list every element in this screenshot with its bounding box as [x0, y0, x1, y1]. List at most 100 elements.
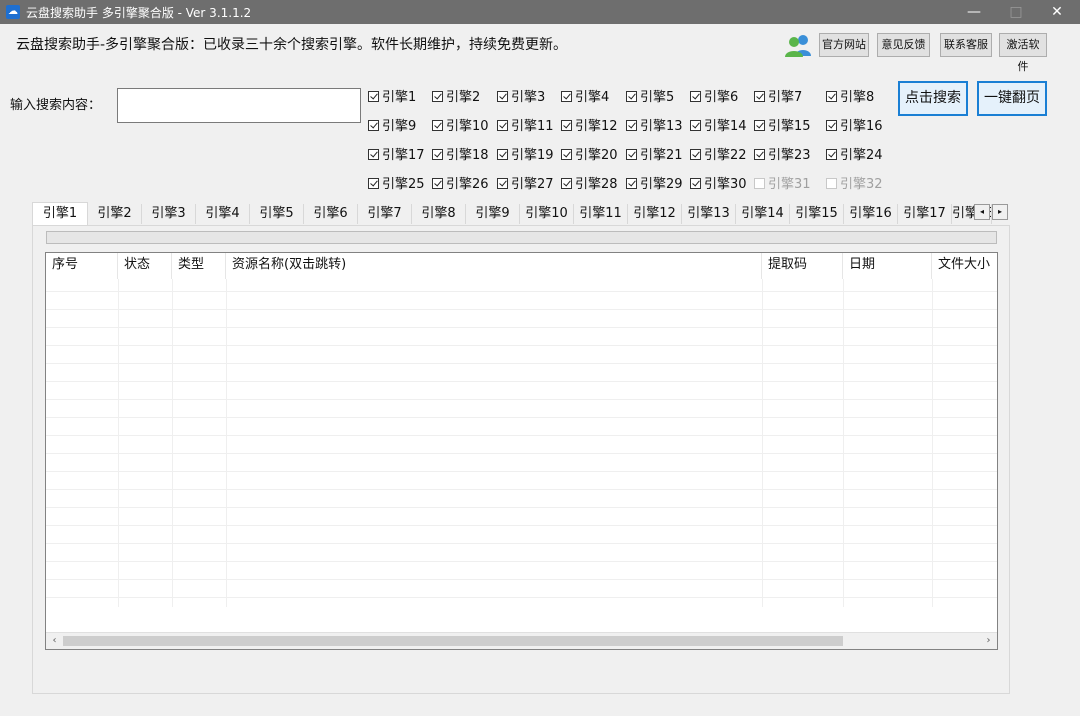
tab-engine-2[interactable]: 引擎2 — [88, 204, 142, 224]
checkbox-box[interactable] — [626, 149, 637, 160]
engine-checkbox-1[interactable]: 引擎1 — [368, 89, 416, 107]
checkbox-box[interactable] — [497, 149, 508, 160]
checkbox-box[interactable] — [826, 149, 837, 160]
engine-checkbox-23[interactable]: 引擎23 — [754, 147, 811, 165]
checkbox-box[interactable] — [561, 91, 572, 102]
checkbox-box[interactable] — [626, 178, 637, 189]
scroll-left-arrow[interactable]: ‹ — [46, 633, 63, 649]
column-header[interactable]: 状态 — [118, 253, 172, 279]
checkbox-box[interactable] — [368, 149, 379, 160]
tab-engine-5[interactable]: 引擎5 — [250, 204, 304, 224]
tab-engine-17[interactable]: 引擎17 — [898, 204, 952, 224]
tab-engine-13[interactable]: 引擎13 — [682, 204, 736, 224]
checkbox-box[interactable] — [826, 120, 837, 131]
engine-checkbox-3[interactable]: 引擎3 — [497, 89, 545, 107]
feedback-button[interactable]: 意见反馈 — [877, 33, 930, 57]
tab-scroll-left-button[interactable]: ◂ — [974, 204, 990, 220]
engine-checkbox-20[interactable]: 引擎20 — [561, 147, 618, 165]
engine-checkbox-29[interactable]: 引擎29 — [626, 176, 683, 194]
official-site-button[interactable]: 官方网站 — [819, 33, 869, 57]
engine-checkbox-12[interactable]: 引擎12 — [561, 118, 618, 136]
engine-checkbox-25[interactable]: 引擎25 — [368, 176, 425, 194]
scroll-right-arrow[interactable]: › — [980, 633, 997, 649]
tab-engine-11[interactable]: 引擎11 — [574, 204, 628, 224]
tab-engine-7[interactable]: 引擎7 — [358, 204, 412, 224]
engine-checkbox-31[interactable]: 引擎31 — [754, 176, 811, 194]
column-header[interactable]: 日期 — [843, 253, 932, 279]
contact-support-button[interactable]: 联系客服 — [940, 33, 992, 57]
tab-engine-10[interactable]: 引擎10 — [520, 204, 574, 224]
engine-checkbox-13[interactable]: 引擎13 — [626, 118, 683, 136]
maximize-button[interactable]: □ — [994, 0, 1038, 24]
results-table[interactable]: 序号 状态 类型 资源名称(双击跳转) 提取码 日期 文件大小 ‹ › — [45, 252, 998, 650]
checkbox-box[interactable] — [432, 91, 443, 102]
tab-engine-8[interactable]: 引擎8 — [412, 204, 466, 224]
checkbox-box[interactable] — [754, 178, 765, 189]
checkbox-box[interactable] — [626, 91, 637, 102]
close-button[interactable]: ✕ — [1035, 0, 1079, 24]
checkbox-box[interactable] — [561, 178, 572, 189]
checkbox-box[interactable] — [432, 120, 443, 131]
search-input[interactable] — [117, 88, 361, 123]
engine-checkbox-26[interactable]: 引擎26 — [432, 176, 489, 194]
tab-engine-3[interactable]: 引擎3 — [142, 204, 196, 224]
tab-engine-14[interactable]: 引擎14 — [736, 204, 790, 224]
checkbox-box[interactable] — [826, 91, 837, 102]
checkbox-box[interactable] — [497, 120, 508, 131]
scrollbar-thumb[interactable] — [63, 636, 843, 646]
checkbox-box[interactable] — [626, 120, 637, 131]
engine-checkbox-28[interactable]: 引擎28 — [561, 176, 618, 194]
column-header[interactable]: 文件大小 — [932, 253, 997, 279]
engine-checkbox-14[interactable]: 引擎14 — [690, 118, 747, 136]
checkbox-box[interactable] — [561, 149, 572, 160]
column-header[interactable]: 资源名称(双击跳转) — [226, 253, 762, 279]
tab-engine-6[interactable]: 引擎6 — [304, 204, 358, 224]
engine-checkbox-6[interactable]: 引擎6 — [690, 89, 738, 107]
engine-checkbox-4[interactable]: 引擎4 — [561, 89, 609, 107]
checkbox-box[interactable] — [432, 149, 443, 160]
checkbox-box[interactable] — [561, 120, 572, 131]
checkbox-box[interactable] — [754, 120, 765, 131]
checkbox-box[interactable] — [690, 178, 701, 189]
checkbox-box[interactable] — [690, 91, 701, 102]
checkbox-box[interactable] — [368, 120, 379, 131]
column-header[interactable]: 类型 — [172, 253, 226, 279]
checkbox-box[interactable] — [690, 120, 701, 131]
checkbox-box[interactable] — [368, 91, 379, 102]
checkbox-box[interactable] — [690, 149, 701, 160]
tab-engine-1[interactable]: 引擎1 — [32, 202, 88, 226]
engine-checkbox-7[interactable]: 引擎7 — [754, 89, 802, 107]
checkbox-box[interactable] — [497, 178, 508, 189]
engine-checkbox-8[interactable]: 引擎8 — [826, 89, 874, 107]
checkbox-box[interactable] — [432, 178, 443, 189]
engine-checkbox-17[interactable]: 引擎17 — [368, 147, 425, 165]
activate-software-button[interactable]: 激活软件 — [999, 33, 1047, 73]
engine-checkbox-32[interactable]: 引擎32 — [826, 176, 883, 194]
tab-engine-4[interactable]: 引擎4 — [196, 204, 250, 224]
checkbox-box[interactable] — [826, 178, 837, 189]
engine-checkbox-19[interactable]: 引擎19 — [497, 147, 554, 165]
engine-checkbox-9[interactable]: 引擎9 — [368, 118, 416, 136]
engine-checkbox-21[interactable]: 引擎21 — [626, 147, 683, 165]
engine-checkbox-11[interactable]: 引擎11 — [497, 118, 554, 136]
engine-checkbox-2[interactable]: 引擎2 — [432, 89, 480, 107]
column-header[interactable]: 序号 — [46, 253, 118, 279]
engine-checkbox-10[interactable]: 引擎10 — [432, 118, 489, 136]
engine-checkbox-30[interactable]: 引擎30 — [690, 176, 747, 194]
tab-engine-15[interactable]: 引擎15 — [790, 204, 844, 224]
horizontal-scrollbar[interactable]: ‹ › — [46, 632, 997, 649]
checkbox-box[interactable] — [754, 91, 765, 102]
checkbox-box[interactable] — [754, 149, 765, 160]
engine-checkbox-24[interactable]: 引擎24 — [826, 147, 883, 165]
engine-checkbox-5[interactable]: 引擎5 — [626, 89, 674, 107]
engine-checkbox-15[interactable]: 引擎15 — [754, 118, 811, 136]
next-page-button[interactable]: 一键翻页 — [977, 81, 1047, 116]
search-button[interactable]: 点击搜索 — [898, 81, 968, 116]
engine-checkbox-27[interactable]: 引擎27 — [497, 176, 554, 194]
column-header[interactable]: 提取码 — [762, 253, 843, 279]
table-body[interactable] — [46, 279, 997, 607]
engine-checkbox-18[interactable]: 引擎18 — [432, 147, 489, 165]
checkbox-box[interactable] — [497, 91, 508, 102]
minimize-button[interactable]: — — [952, 0, 996, 24]
tab-engine-9[interactable]: 引擎9 — [466, 204, 520, 224]
